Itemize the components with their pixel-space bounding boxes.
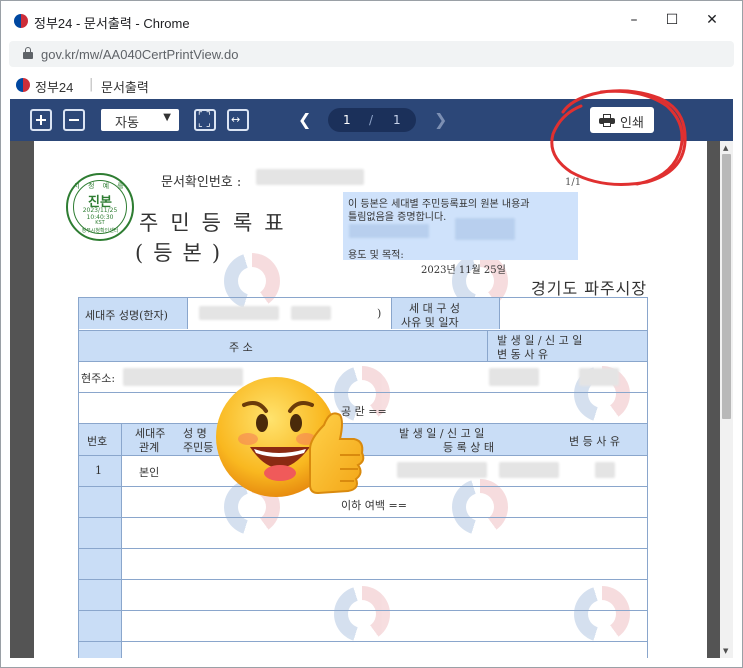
document-viewer[interactable]: 시 청 예 를 진본 2023/11/25 10:40:30 KST 정부시청확… bbox=[10, 141, 733, 658]
redacted-reason bbox=[595, 462, 615, 478]
row-1-relation: 본인 bbox=[139, 466, 160, 479]
seal-date: 2023/11/25 bbox=[82, 207, 118, 214]
zoom-out-button[interactable] bbox=[63, 109, 85, 131]
site-header: 정부24 | 문서출력 bbox=[1, 71, 742, 99]
seal-bottom-text: 정부시청확인센터 bbox=[81, 228, 119, 234]
zoom-in-button[interactable] bbox=[30, 109, 52, 131]
printer-icon bbox=[599, 114, 615, 127]
next-page-button[interactable]: ❯ bbox=[434, 110, 447, 129]
scroll-up-icon[interactable]: ▲ bbox=[723, 144, 728, 152]
seal-top-text: 시 청 예 를 bbox=[73, 182, 127, 190]
redacted-doc-number bbox=[256, 169, 364, 185]
page-name: 문서출력 bbox=[101, 80, 149, 95]
chevron-down-icon: ▼ bbox=[163, 112, 171, 123]
header-separator: | bbox=[89, 77, 94, 92]
certification-box: 이 등본은 세대별 주민등록표의 원본 내용과 틀림없음을 증명합니다. 용도 … bbox=[343, 192, 578, 261]
redacted-reason bbox=[579, 368, 619, 386]
row-1-no: 1 bbox=[95, 464, 102, 477]
redacted-date bbox=[397, 462, 487, 478]
gov24-logo-icon bbox=[16, 78, 30, 92]
table-row bbox=[79, 610, 647, 641]
address-header: 주 소 bbox=[229, 341, 253, 354]
table-row: 주 소 발 생 일 / 신 고 일 변 동 사 유 bbox=[79, 330, 647, 361]
vertical-scrollbar[interactable]: ▲ ▼ bbox=[720, 141, 733, 658]
browser-window: 정부24 - 문서출력 - Chrome – ☐ ✕ gov.kr/mw/AA0… bbox=[0, 0, 743, 668]
col-reason: 변 등 사 유 bbox=[569, 435, 620, 448]
composition-label-2: 사유 및 일자 bbox=[401, 316, 459, 329]
table-row bbox=[79, 579, 647, 610]
total-pages: 1 bbox=[393, 113, 401, 127]
table-row bbox=[79, 517, 647, 548]
thumbs-up-emoji-icon bbox=[216, 377, 365, 497]
fit-page-icon[interactable]: ⌜ ⌝ ⌞ ⌟ bbox=[194, 109, 216, 131]
table-row bbox=[79, 548, 647, 579]
current-page-input[interactable]: 1 bbox=[343, 113, 351, 127]
title-bar: 정부24 - 문서출력 - Chrome – ☐ ✕ bbox=[1, 1, 742, 37]
scroll-down-icon[interactable]: ▼ bbox=[723, 647, 728, 655]
issue-date: 2023년 11월 25일 bbox=[421, 265, 506, 276]
document-subtitle: (등본) bbox=[135, 241, 231, 265]
maximize-button[interactable]: ☐ bbox=[661, 9, 683, 31]
seal-timezone: KST bbox=[95, 220, 105, 226]
zoom-select[interactable]: 자동 ▼ bbox=[101, 109, 179, 131]
url-text[interactable]: gov.kr/mw/AA040CertPrintView.do bbox=[41, 47, 239, 62]
cert-line-2: 틀림없음을 증명합니다. bbox=[348, 212, 447, 223]
minimize-button[interactable]: – bbox=[623, 9, 645, 31]
redacted-text bbox=[455, 218, 515, 240]
print-label: 인쇄 bbox=[620, 116, 644, 131]
redacted-status bbox=[499, 462, 559, 478]
page-separator: / bbox=[369, 113, 374, 127]
authenticity-seal: 시 청 예 를 진본 2023/11/25 10:40:30 KST 정부시청확… bbox=[66, 173, 134, 241]
date-header-2: 변 동 사 유 bbox=[497, 348, 548, 361]
prev-page-button[interactable]: ❮ bbox=[298, 110, 311, 129]
table-row bbox=[79, 641, 647, 658]
document-page: 시 청 예 를 진본 2023/11/25 10:40:30 KST 정부시청확… bbox=[34, 141, 707, 658]
table-row: 세대주 성명(한자) ) 세 대 구 성 사유 및 일자 bbox=[79, 297, 647, 329]
fit-width-icon[interactable]: ↔ bbox=[227, 109, 249, 131]
gov24-logo-icon bbox=[14, 14, 28, 28]
document-title: 주민등록표 bbox=[139, 211, 296, 235]
lock-icon[interactable] bbox=[23, 47, 33, 59]
col-no: 번호 bbox=[87, 435, 108, 448]
zoom-value: 자동 bbox=[115, 116, 139, 131]
current-address-label: 현주소: bbox=[81, 372, 116, 385]
print-button[interactable]: 인쇄 bbox=[590, 107, 654, 133]
col-relation-2: 관계 bbox=[139, 441, 160, 454]
purpose-label: 용도 및 목적: bbox=[348, 250, 404, 261]
redacted-name bbox=[199, 306, 279, 320]
issuer-name: 경기도 파주시장 bbox=[531, 279, 648, 298]
site-name: 정부24 bbox=[35, 80, 74, 95]
page-count: 1/1 bbox=[565, 177, 582, 188]
page-indicator: 1 / 1 bbox=[328, 108, 416, 132]
redacted-date bbox=[489, 368, 539, 386]
redacted-name bbox=[291, 306, 331, 320]
scroll-thumb[interactable] bbox=[722, 154, 731, 419]
householder-paren: ) bbox=[377, 307, 382, 320]
doc-number-label: 문서확인번호 : bbox=[161, 175, 242, 190]
close-button[interactable]: ✕ bbox=[701, 9, 723, 31]
address-bar[interactable]: gov.kr/mw/AA040CertPrintView.do bbox=[9, 41, 734, 67]
window-title: 정부24 - 문서출력 - Chrome bbox=[34, 16, 190, 31]
col-date-2: 등 록 상 태 bbox=[443, 441, 494, 454]
redacted-text bbox=[349, 224, 429, 238]
viewer-toolbar: 자동 ▼ ⌜ ⌝ ⌞ ⌟ ↔ ❮ 1 / 1 ❯ 인쇄 bbox=[10, 99, 733, 141]
householder-label: 세대주 성명(한자) bbox=[85, 309, 168, 322]
